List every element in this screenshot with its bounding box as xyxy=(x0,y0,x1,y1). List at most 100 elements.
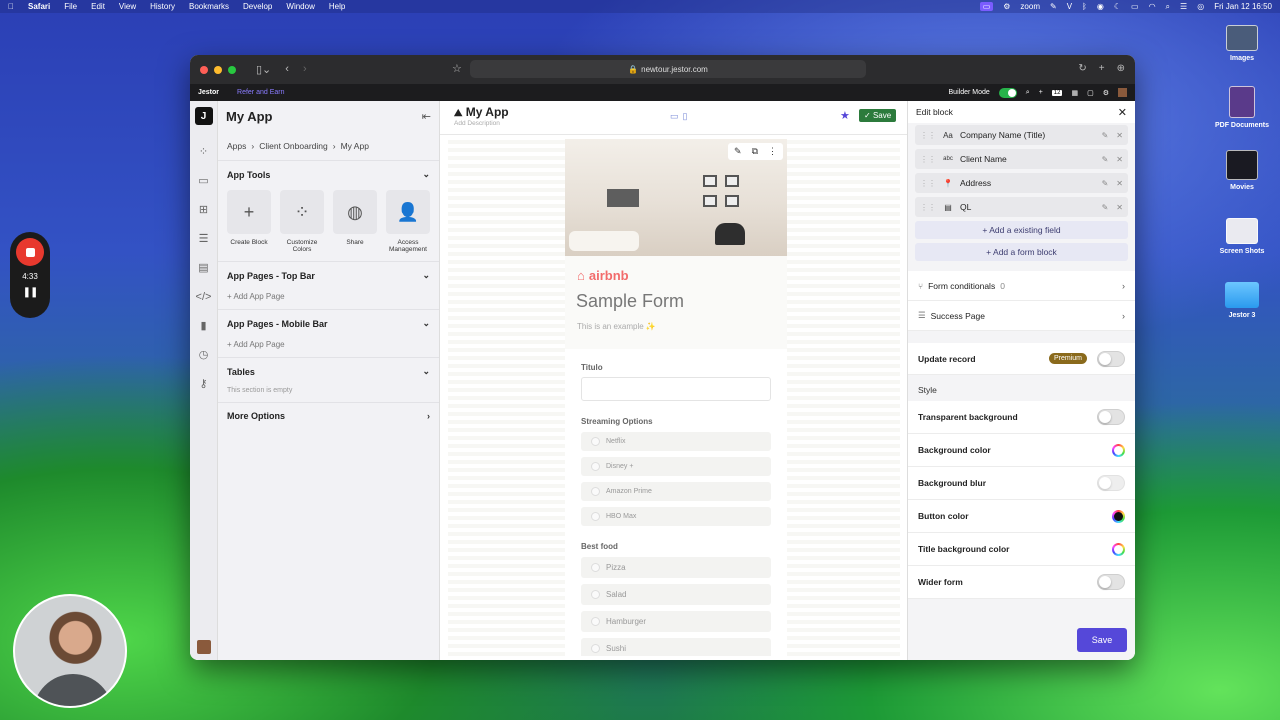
desktop-icon-screen-shots[interactable]: Screen Shots xyxy=(1207,218,1277,255)
breadcrumb-my-app[interactable]: My App xyxy=(341,141,369,151)
option-hbo-max[interactable]: HBO Max xyxy=(581,507,771,526)
update-record-toggle[interactable] xyxy=(1097,350,1125,367)
duplicate-icon[interactable]: ⧉ xyxy=(752,146,758,157)
option-sushi[interactable]: Sushi xyxy=(581,638,771,656)
desktop-icon-images[interactable]: Images xyxy=(1207,25,1277,62)
tables-header[interactable]: Tables ⌄ xyxy=(227,366,430,377)
edit-icon[interactable]: ✎ xyxy=(1102,131,1109,140)
page-title[interactable]: ⛰ My App xyxy=(454,105,509,119)
remove-icon[interactable]: ✕ xyxy=(1116,179,1123,188)
close-icon[interactable]: ✕ xyxy=(1118,106,1127,119)
forward-icon[interactable]: › xyxy=(303,63,307,76)
edit-icon[interactable]: ✎ xyxy=(1102,155,1109,164)
form-block[interactable]: ✎ ⧉ ⋮ ⌂ airbnb Sample Form This is an ex… xyxy=(565,139,787,656)
success-page-row[interactable]: ☰ Success Page › xyxy=(908,301,1135,331)
menu-file[interactable]: File xyxy=(64,2,77,11)
field-company-name[interactable]: ⋮⋮ Aa Company Name (Title) ✎ ✕ xyxy=(915,125,1128,145)
desktop-icon-jestor-3[interactable]: Jestor 3 xyxy=(1207,282,1277,319)
favorite-star-icon[interactable]: ★ xyxy=(840,109,850,122)
menu-window[interactable]: Window xyxy=(286,2,314,11)
breadcrumb-client-onboarding[interactable]: Client Onboarding xyxy=(259,141,328,151)
chat-icon[interactable]: ▢ xyxy=(1087,89,1094,97)
drag-handle-icon[interactable]: ⋮⋮ xyxy=(920,179,936,188)
collapse-sidebar-icon[interactable]: ⇤ xyxy=(422,110,431,123)
refer-and-earn-link[interactable]: Refer and Earn xyxy=(237,89,284,96)
form-conditionals-row[interactable]: ⑂ Form conditionals 0 › xyxy=(908,271,1135,301)
gear-icon[interactable]: ⚙ xyxy=(1003,2,1010,11)
add-app-page-mobile-bar[interactable]: + Add App Page xyxy=(227,340,430,349)
option-disney[interactable]: Disney + xyxy=(581,457,771,476)
option-amazon-prime[interactable]: Amazon Prime xyxy=(581,482,771,501)
play-icon[interactable]: ◉ xyxy=(1097,2,1104,11)
edit-icon[interactable]: ✎ xyxy=(1102,179,1109,188)
sidebar-toggle-icon[interactable]: ▯⌄ xyxy=(256,63,271,76)
siri-icon[interactable]: ◎ xyxy=(1197,2,1204,11)
builder-mode-toggle[interactable] xyxy=(998,87,1017,98)
user-avatar[interactable] xyxy=(1118,88,1127,97)
drag-handle-icon[interactable]: ⋮⋮ xyxy=(920,155,936,164)
calendar-icon[interactable]: 12 xyxy=(1051,89,1063,96)
search-icon[interactable]: ⌕ xyxy=(1166,2,1170,12)
pen-icon[interactable]: ✎ xyxy=(1050,2,1057,11)
download-icon[interactable]: ⊕ xyxy=(1117,63,1125,74)
zoom-window-button[interactable] xyxy=(228,65,236,74)
menu-edit[interactable]: Edit xyxy=(91,2,105,11)
titulo-input[interactable] xyxy=(581,377,771,401)
screen-record-icon[interactable]: ▭ xyxy=(979,2,994,11)
menu-history[interactable]: History xyxy=(150,2,175,11)
breadcrumb-apps[interactable]: Apps xyxy=(227,141,246,151)
title-background-color-picker[interactable] xyxy=(1112,542,1125,556)
create-block-button[interactable]: + Create Block xyxy=(227,190,271,253)
option-salad[interactable]: Salad xyxy=(581,584,771,605)
more-options-header[interactable]: More Options › xyxy=(227,411,430,421)
remove-icon[interactable]: ✕ xyxy=(1116,155,1123,164)
app-tools-header[interactable]: App Tools ⌄ xyxy=(227,169,430,180)
panel-save-button[interactable]: Save xyxy=(1077,628,1127,652)
close-window-button[interactable] xyxy=(200,65,208,74)
option-pizza[interactable]: Pizza xyxy=(581,557,771,578)
code-icon[interactable]: </> xyxy=(196,282,212,311)
share-button[interactable]: ◍ Share xyxy=(333,190,377,253)
vimeo-icon[interactable]: V xyxy=(1067,2,1072,11)
control-center-icon[interactable]: ☰ xyxy=(1180,2,1187,11)
wifi-icon[interactable]: ◠ xyxy=(1149,2,1156,11)
remove-icon[interactable]: ✕ xyxy=(1116,131,1123,140)
reload-icon[interactable]: ↻ xyxy=(1078,63,1086,74)
jestor-logo-icon[interactable]: J xyxy=(194,107,213,125)
moon-icon[interactable]: ☾ xyxy=(1114,2,1121,11)
add-existing-field-button[interactable]: + Add a existing field xyxy=(915,221,1128,239)
more-icon[interactable]: ⋮ xyxy=(768,146,777,157)
background-blur-toggle[interactable] xyxy=(1097,475,1125,491)
add-icon[interactable]: + xyxy=(1039,89,1043,96)
zoom-status[interactable]: zoom xyxy=(1020,2,1040,11)
option-hamburger[interactable]: Hamburger xyxy=(581,611,771,632)
settings-icon[interactable]: ⚙ xyxy=(1103,89,1109,97)
save-button[interactable]: ✓ Save xyxy=(859,109,897,122)
transparent-background-toggle[interactable] xyxy=(1097,409,1125,425)
top-bar-pages-header[interactable]: App Pages - Top Bar ⌄ xyxy=(227,270,430,281)
access-management-button[interactable]: 👤 Access Management xyxy=(386,190,430,253)
jestor-brand[interactable]: Jestor xyxy=(198,89,219,96)
menu-safari[interactable]: Safari xyxy=(28,2,50,11)
wider-form-toggle[interactable] xyxy=(1097,574,1125,590)
desktop-view-icon[interactable]: ▭ xyxy=(670,111,679,122)
drag-handle-icon[interactable]: ⋮⋮ xyxy=(920,203,936,212)
button-color-picker[interactable] xyxy=(1112,509,1125,523)
page-description[interactable]: Add Description xyxy=(454,120,509,127)
menubar-clock[interactable]: Fri Jan 12 16:50 xyxy=(1214,2,1272,11)
option-netflix[interactable]: Netflix xyxy=(581,432,771,451)
mobile-bar-pages-header[interactable]: App Pages - Mobile Bar ⌄ xyxy=(227,318,430,329)
new-tab-icon[interactable]: + xyxy=(1099,63,1105,74)
grid-icon[interactable]: ▦ xyxy=(1071,89,1078,97)
add-form-block-button[interactable]: + Add a form block xyxy=(915,243,1128,261)
bookmark-star-icon[interactable]: ☆ xyxy=(452,62,462,75)
field-client-name[interactable]: ⋮⋮ abc Client Name ✎ ✕ xyxy=(915,149,1128,169)
search-icon[interactable]: ⌕ xyxy=(1026,89,1030,97)
chart-icon[interactable]: ▮ xyxy=(200,311,206,340)
database-icon[interactable]: ☰ xyxy=(199,224,209,253)
add-app-page-top-bar[interactable]: + Add App Page xyxy=(227,292,430,301)
customize-colors-button[interactable]: ⁘ Customize Colors xyxy=(280,190,324,253)
menu-view[interactable]: View xyxy=(119,2,136,11)
chat-icon[interactable]: ▭ xyxy=(198,166,208,195)
battery-icon[interactable]: ▭ xyxy=(1131,2,1139,11)
